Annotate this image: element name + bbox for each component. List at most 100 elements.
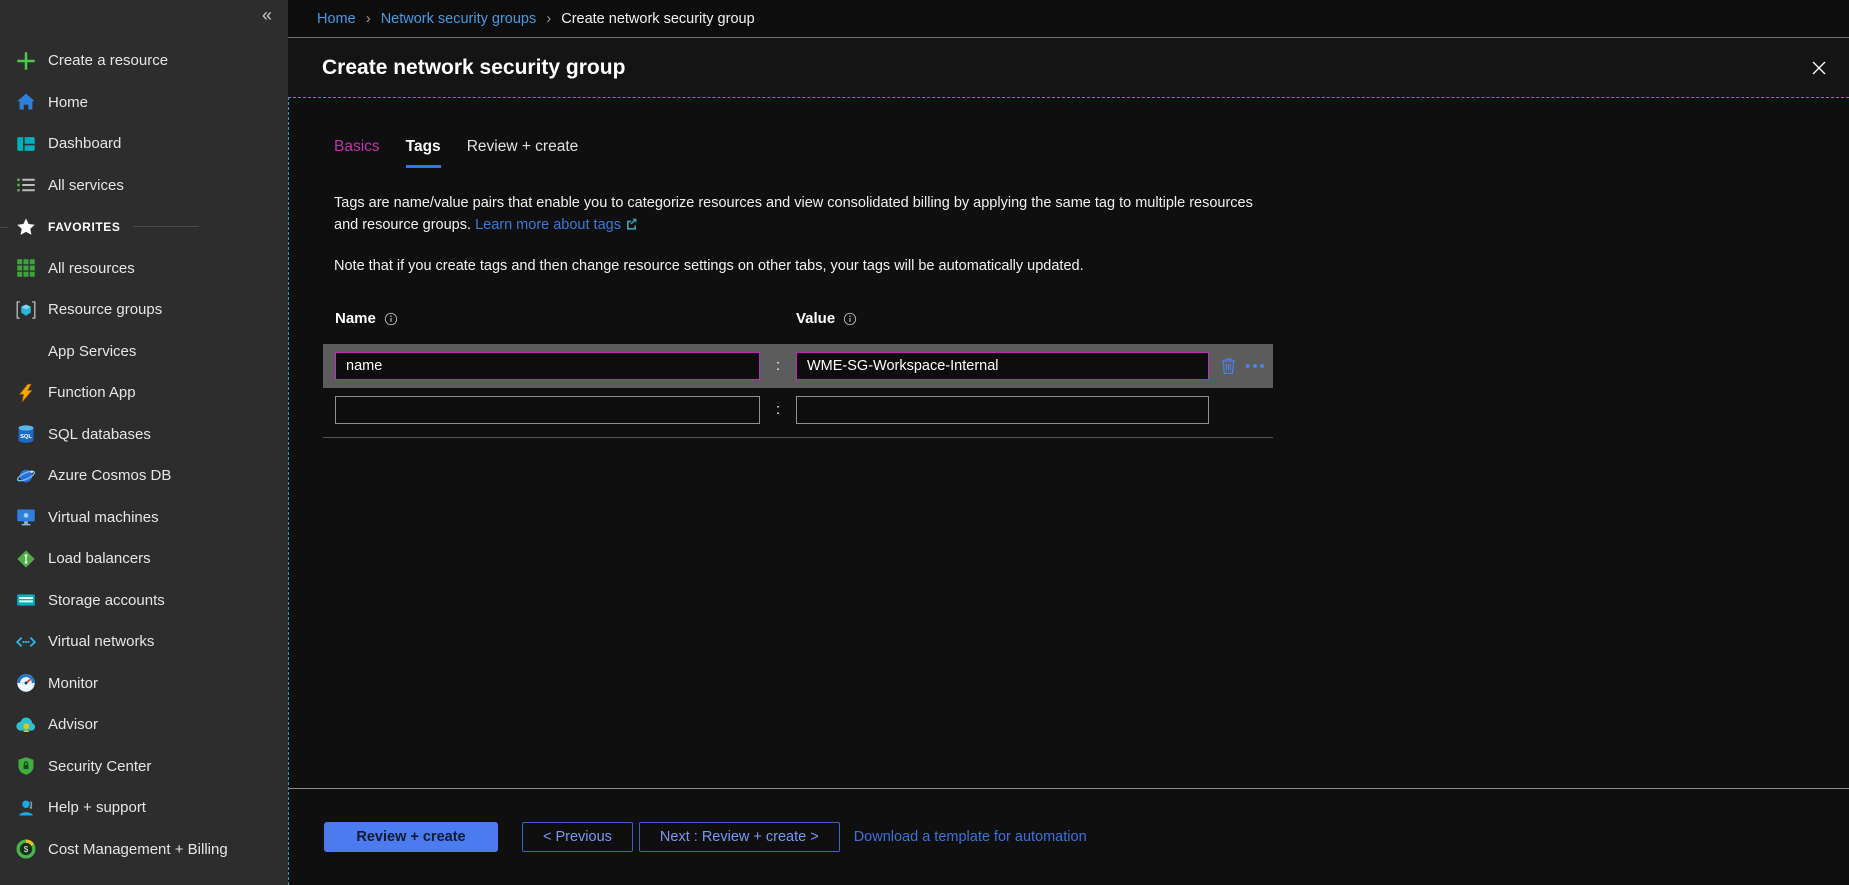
sidebar-item-label: Virtual machines	[48, 509, 159, 526]
storage-icon	[16, 590, 36, 610]
sidebar-item-home[interactable]: Home	[0, 82, 288, 124]
sidebar-item-label: Help + support	[48, 799, 146, 816]
sidebar-item-virtual-networks[interactable]: Virtual networks	[0, 621, 288, 663]
tags-table: Name Value :	[323, 310, 1273, 438]
info-icon[interactable]	[843, 312, 857, 326]
gauge-icon	[16, 673, 36, 693]
wizard-nav-buttons: < Previous Next : Review + create >	[522, 822, 840, 852]
sidebar-item-label: FAVORITES	[48, 220, 121, 234]
chevron-right-icon: ›	[366, 10, 371, 27]
star-icon	[16, 217, 36, 237]
tag-name-input[interactable]	[335, 352, 760, 380]
sidebar-item-label: Resource groups	[48, 301, 162, 318]
monitor-icon	[16, 507, 36, 527]
azure-portal: « Create a resource Home Dashboard All serv…	[0, 0, 1849, 885]
tags-description: Tags are name/value pairs that enable yo…	[334, 192, 1264, 236]
shield-icon	[16, 756, 36, 776]
tags-tab-panel: Basics Tags Review + create Tags are nam…	[289, 98, 1849, 788]
breadcrumb-current: Create network security group	[561, 11, 754, 27]
tab-review-create[interactable]: Review + create	[467, 138, 579, 168]
sidebar-item-load-balancers[interactable]: Load balancers	[0, 538, 288, 580]
info-icon[interactable]	[384, 312, 398, 326]
planet-icon	[16, 466, 36, 486]
close-icon[interactable]	[1811, 60, 1827, 76]
review-create-button[interactable]: Review + create	[324, 822, 498, 852]
sidebar-item-app-services[interactable]: App Services	[0, 331, 288, 373]
next-button[interactable]: Next : Review + create >	[639, 822, 840, 852]
tags-note: Note that if you create tags and then ch…	[334, 258, 1809, 274]
breadcrumb-network-security-groups[interactable]: Network security groups	[381, 11, 537, 27]
sidebar-item-label: Create a resource	[48, 52, 168, 69]
sidebar-item-all-services[interactable]: All services	[0, 165, 288, 207]
tags-table-headers: Name Value	[323, 310, 1273, 327]
sidebar-items: Create a resource Home Dashboard All servic…	[0, 0, 288, 870]
sidebar-item-label: Azure Cosmos DB	[48, 467, 171, 484]
sidebar: « Create a resource Home Dashboard All serv…	[0, 0, 288, 885]
sidebar-item-advisor[interactable]: Advisor	[0, 704, 288, 746]
sidebar-item-azure-cosmos-db[interactable]: Azure Cosmos DB	[0, 455, 288, 497]
sidebar-item-storage-accounts[interactable]: Storage accounts	[0, 580, 288, 622]
main-area: Home › Network security groups › Create …	[288, 0, 1849, 885]
section-divider	[133, 226, 199, 227]
sidebar-item-all-resources[interactable]: All resources	[0, 248, 288, 290]
create-nsg-pane: Basics Tags Review + create Tags are nam…	[288, 97, 1849, 885]
tag-value-input[interactable]	[796, 352, 1209, 380]
cube-icon	[16, 300, 36, 320]
tag-name-input[interactable]	[335, 396, 760, 424]
globe-icon	[16, 341, 36, 361]
ellipsis-icon[interactable]: •••	[1245, 359, 1267, 374]
sidebar-item-label: Cost Management + Billing	[48, 841, 228, 858]
sidebar-item-help-support[interactable]: Help + support	[0, 787, 288, 829]
table-divider	[323, 437, 1273, 438]
sidebar-item-cost-management-billing[interactable]: $ Cost Management + Billing	[0, 829, 288, 871]
trash-icon[interactable]	[1220, 357, 1237, 375]
sidebar-item-label: Home	[48, 94, 88, 111]
sidebar-item-create-a-resource[interactable]: Create a resource	[0, 40, 288, 82]
external-link-icon	[625, 215, 638, 228]
diamond-icon	[16, 549, 36, 569]
tag-separator: :	[760, 358, 796, 374]
sidebar-item-label: Monitor	[48, 675, 98, 692]
learn-more-link[interactable]: Learn more about tags	[475, 217, 638, 233]
sidebar-item-dashboard[interactable]: Dashboard	[0, 123, 288, 165]
sidebar-item-label: Virtual networks	[48, 633, 154, 650]
sidebar-item-label: All services	[48, 177, 124, 194]
svg-text:SQL: SQL	[20, 434, 32, 440]
sidebar-item-monitor[interactable]: Monitor	[0, 663, 288, 705]
svg-text:$: $	[24, 845, 29, 854]
sidebar-item-sql-databases[interactable]: SQLSQL databases	[0, 414, 288, 456]
name-column-header: Name	[335, 310, 796, 327]
advisor-icon	[16, 715, 36, 735]
collapse-sidebar-icon[interactable]: «	[262, 6, 272, 24]
sidebar-item-resource-groups[interactable]: Resource groups	[0, 289, 288, 331]
sidebar-item-label: Load balancers	[48, 550, 151, 567]
plus-icon	[16, 51, 36, 71]
download-template-link[interactable]: Download a template for automation	[854, 829, 1087, 845]
database-icon: SQL	[16, 424, 36, 444]
lightning-icon	[16, 383, 36, 403]
sidebar-section-favorites: FAVORITES	[0, 206, 288, 248]
support-icon	[16, 798, 36, 818]
network-icon	[16, 632, 36, 652]
previous-button[interactable]: < Previous	[522, 822, 633, 852]
footer-bar: Review + create < Previous Next : Review…	[289, 788, 1849, 885]
sidebar-item-label: App Services	[48, 343, 136, 360]
chevron-right-icon: ›	[546, 10, 551, 27]
tab-bar: Basics Tags Review + create	[334, 138, 1809, 168]
page-title: Create network security group	[322, 56, 625, 80]
home-icon	[16, 92, 36, 112]
sidebar-item-label: All resources	[48, 260, 135, 277]
tag-value-input[interactable]	[796, 396, 1209, 424]
tag-separator: :	[760, 402, 796, 418]
sidebar-item-label: Advisor	[48, 716, 98, 733]
dashboard-icon	[16, 134, 36, 154]
tab-basics[interactable]: Basics	[334, 138, 380, 168]
sidebar-item-label: Dashboard	[48, 135, 121, 152]
breadcrumb-home[interactable]: Home	[317, 11, 356, 27]
tab-tags[interactable]: Tags	[406, 138, 441, 168]
sidebar-item-label: Function App	[48, 384, 136, 401]
sidebar-item-security-center[interactable]: Security Center	[0, 746, 288, 788]
sidebar-item-virtual-machines[interactable]: Virtual machines	[0, 497, 288, 539]
sidebar-item-function-app[interactable]: Function App	[0, 372, 288, 414]
list-icon	[16, 175, 36, 195]
